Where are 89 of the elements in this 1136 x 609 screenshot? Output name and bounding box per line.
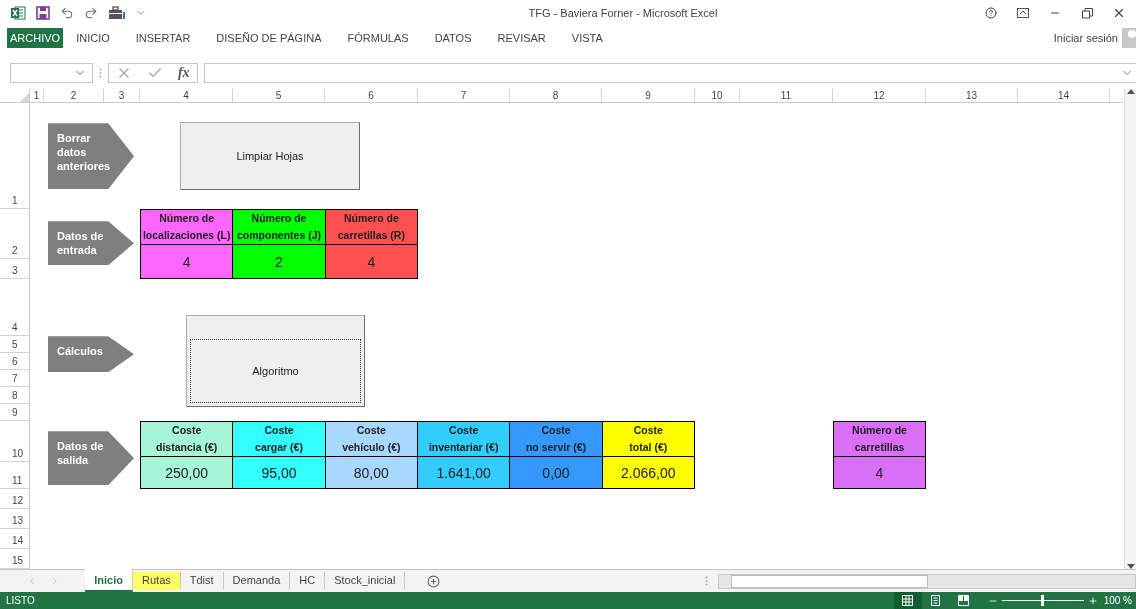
column-header[interactable]: 8 xyxy=(510,89,602,104)
horizontal-scrollbar[interactable] xyxy=(718,573,1136,589)
formula-input[interactable] xyxy=(204,63,1136,84)
table-cell: 250,00 xyxy=(141,457,234,490)
row-header[interactable]: 2 xyxy=(0,209,30,260)
table-cell: 95,00 xyxy=(233,457,326,490)
table-cell: 2 xyxy=(233,245,326,280)
page-layout-icon[interactable] xyxy=(930,595,942,606)
splitter-icon[interactable] xyxy=(99,68,102,79)
header-cell: Coste total (€) xyxy=(602,422,695,458)
insert-function-button[interactable]: fx xyxy=(177,65,190,82)
header-cell: Coste no servir (€) xyxy=(510,422,603,458)
excel-logo-icon[interactable] xyxy=(10,5,26,22)
ribbon-tab[interactable]: DATOS xyxy=(421,28,485,49)
column-header[interactable]: 13 xyxy=(926,89,1018,104)
row-header[interactable]: 14 xyxy=(0,529,30,550)
sheet-tab[interactable]: Rutas xyxy=(133,572,181,590)
header-cell: Número de localizaciones (L) xyxy=(141,210,234,246)
ribbon-tab[interactable]: FÓRMULAS xyxy=(334,28,422,49)
column-header[interactable]: 2 xyxy=(44,89,104,104)
header-cell: Coste inventariar (€) xyxy=(418,422,511,458)
row-header[interactable]: 6 xyxy=(0,353,30,371)
column-header[interactable]: 7 xyxy=(418,89,510,104)
column-header[interactable]: 4 xyxy=(140,89,233,104)
zoom-in-icon[interactable] xyxy=(1087,595,1098,606)
row-header[interactable]: 4 xyxy=(0,279,30,337)
table-cell: 4 xyxy=(141,245,234,280)
macro-button[interactable]: Algoritmo xyxy=(186,315,365,408)
ribbon-tab[interactable]: INICIO xyxy=(63,28,123,49)
row-header[interactable]: 10 xyxy=(0,421,30,463)
macro-button[interactable]: Limpiar Hojas xyxy=(180,122,360,191)
column-header[interactable]: 12 xyxy=(833,89,926,104)
restore-icon[interactable] xyxy=(1081,7,1093,19)
help-icon[interactable] xyxy=(985,7,997,20)
file-tab[interactable]: ARCHIVO xyxy=(7,28,64,49)
undo-icon[interactable] xyxy=(60,6,74,21)
column-header[interactable]: 5 xyxy=(233,89,325,104)
sheet-tab[interactable]: Stock_inicial xyxy=(325,572,406,590)
ribbon-tab[interactable]: INSERTAR xyxy=(122,28,204,49)
window-title: TFG - Baviera Forner - Microsoft Excel xyxy=(527,7,719,20)
row-header[interactable]: 13 xyxy=(0,509,30,530)
sign-in-link[interactable]: Iniciar sesión xyxy=(1053,32,1118,45)
row-header[interactable]: 11 xyxy=(0,462,30,490)
table-cell: 80,00 xyxy=(325,457,418,490)
vertical-scrollbar[interactable] xyxy=(1124,89,1136,570)
save-icon[interactable] xyxy=(36,6,50,21)
zoom-thumb[interactable] xyxy=(1041,595,1045,606)
header-cell: Número de carretillas (R) xyxy=(325,210,418,246)
zoom-level[interactable]: 100 % xyxy=(1103,595,1132,606)
table-cell: 4 xyxy=(834,457,926,490)
column-header[interactable]: 14 xyxy=(1018,89,1110,104)
row-header[interactable]: 5 xyxy=(0,336,30,354)
row-header[interactable]: 7 xyxy=(0,370,30,388)
column-header[interactable]: 11 xyxy=(740,89,833,104)
column-header[interactable]: 10 xyxy=(695,89,740,104)
table-cell: 0,00 xyxy=(510,457,603,490)
page-break-icon[interactable] xyxy=(958,595,970,606)
sheet-tab[interactable]: Demanda xyxy=(223,572,291,590)
row-header[interactable]: 1 xyxy=(0,103,30,210)
column-header[interactable]: 3 xyxy=(104,89,140,104)
column-header[interactable]: 9 xyxy=(602,89,695,104)
briefcase-icon[interactable] xyxy=(108,6,126,21)
row-header[interactable]: 9 xyxy=(0,404,30,422)
splitter-icon[interactable] xyxy=(705,576,709,587)
add-sheet-icon[interactable] xyxy=(427,574,441,588)
header-cell: Número de carretillas xyxy=(834,422,926,458)
header-cell: Coste cargar (€) xyxy=(233,422,326,458)
table-cell: 1.641,00 xyxy=(418,457,511,490)
status-text: LISTO xyxy=(6,595,35,606)
header-cell: Número de componentes (J) xyxy=(233,210,326,246)
ribbon-tab[interactable]: DISEÑO DE PÁGINA xyxy=(203,28,335,49)
table-cell: 4 xyxy=(325,245,418,280)
sheet-tab[interactable]: Tdist xyxy=(180,572,224,590)
row-header[interactable]: 3 xyxy=(0,259,30,280)
row-header[interactable]: 12 xyxy=(0,489,30,510)
table-cell: 2.066,00 xyxy=(602,457,695,490)
ribbon-tab[interactable]: REVISAR xyxy=(484,28,559,49)
column-header[interactable]: 1 xyxy=(30,89,44,104)
normal-view-icon[interactable] xyxy=(902,595,914,606)
ribbon-tab[interactable]: VISTA xyxy=(558,28,616,49)
column-header[interactable]: 6 xyxy=(325,89,418,104)
header-cell: Coste vehículo (€) xyxy=(325,422,418,458)
redo-icon[interactable] xyxy=(84,6,98,21)
row-header[interactable]: 8 xyxy=(0,387,30,405)
scroll-up-icon[interactable] xyxy=(1126,89,1135,95)
ribbon-display-icon[interactable] xyxy=(1017,8,1029,19)
sheet-tab[interactable]: Inicio xyxy=(85,569,133,592)
header-cell: Coste distancia (€) xyxy=(141,422,234,458)
sheet-tab[interactable]: HC xyxy=(290,572,326,590)
